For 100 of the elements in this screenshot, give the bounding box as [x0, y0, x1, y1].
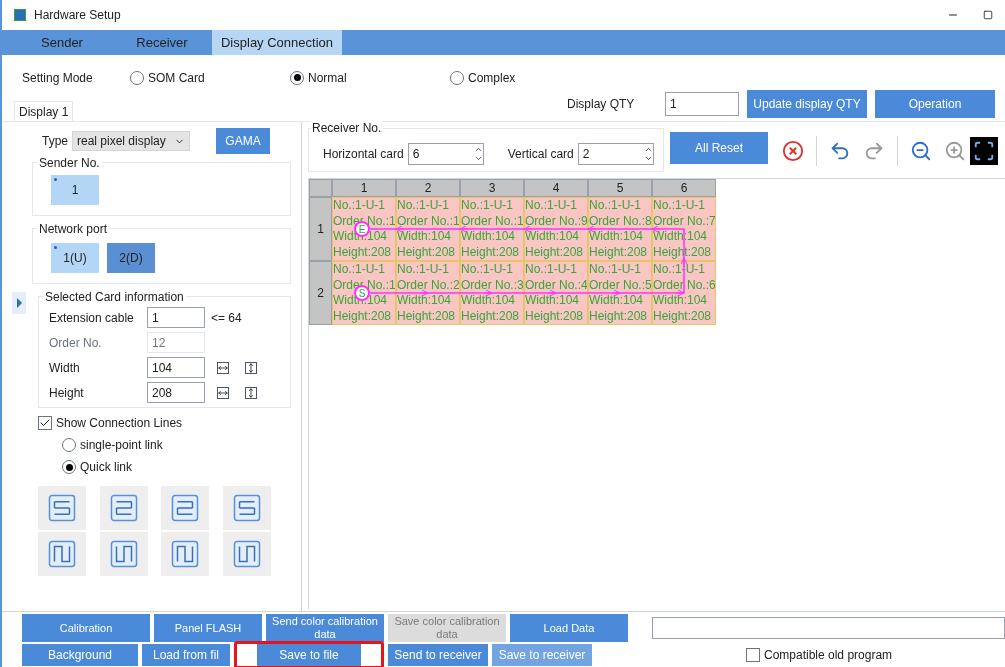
- file-path-field[interactable]: [652, 617, 1005, 639]
- field-label: Width: [49, 359, 81, 377]
- wiring-pattern-icon: [231, 493, 262, 523]
- action-button[interactable]: Save to receiver: [492, 644, 592, 666]
- collapse-toggle[interactable]: [12, 292, 26, 314]
- action-button[interactable]: Background: [22, 644, 138, 666]
- radio-button[interactable]: [130, 70, 144, 85]
- window-title: Hardware Setup: [34, 7, 122, 24]
- radio-label: Quick link: [80, 459, 132, 476]
- action-button[interactable]: Save to file: [257, 644, 361, 666]
- checkbox-label: Show Connection Lines: [56, 415, 183, 432]
- radio-button[interactable]: [450, 70, 464, 85]
- action-button[interactable]: Load from fil: [142, 644, 230, 666]
- radio-label: single-point link: [80, 437, 163, 454]
- fit-height-icon[interactable]: [245, 386, 257, 399]
- wiring-pattern-icon: [47, 493, 77, 523]
- type-dropdown[interactable]: real pixel display: [72, 131, 190, 151]
- action-button[interactable]: Send color calibration data: [266, 614, 384, 642]
- tab[interactable]: Receiver: [112, 30, 212, 55]
- radio-button[interactable]: [62, 438, 76, 452]
- column-header: 5: [588, 179, 652, 197]
- input-field[interactable]: 208: [147, 382, 205, 403]
- link-pattern-button[interactable]: [38, 486, 86, 530]
- card-cell[interactable]: No.:1-U-1 Order No.:1 Width:104 Height:208: [460, 197, 524, 261]
- radio-label: SOM Card: [148, 69, 205, 87]
- delete-icon[interactable]: [782, 140, 804, 162]
- card-cell[interactable]: No.:1-U-1 Order No.:4 Width:104 Height:208: [524, 261, 588, 325]
- operation-button[interactable]: Operation: [875, 90, 995, 118]
- horizontal-card-spinner[interactable]: 6: [407, 143, 484, 165]
- row-header: 2: [309, 261, 332, 325]
- port-button[interactable]: 2(D): [107, 243, 155, 273]
- vertical-card-spinner[interactable]: 2: [577, 143, 654, 165]
- action-button[interactable]: Panel FLASH: [154, 614, 262, 642]
- action-button[interactable]: Calibration: [22, 614, 150, 642]
- fit-width-icon[interactable]: [217, 386, 229, 399]
- display-tab[interactable]: Display 1: [14, 101, 74, 121]
- column-header: 4: [524, 179, 588, 197]
- action-button[interactable]: Send to receiver: [388, 644, 488, 666]
- column-header: 2: [396, 179, 460, 197]
- link-pattern-button[interactable]: [38, 532, 86, 576]
- link-pattern-button[interactable]: [99, 486, 148, 530]
- radio-label: Complex: [468, 69, 516, 87]
- link-pattern-button[interactable]: [161, 486, 209, 530]
- tab[interactable]: Sender: [12, 30, 112, 55]
- link-pattern-button[interactable]: [222, 532, 271, 576]
- radio-button[interactable]: [290, 70, 304, 85]
- radio-button[interactable]: [62, 460, 76, 474]
- redo-icon[interactable]: [863, 140, 885, 162]
- fit-screen-button[interactable]: [970, 137, 998, 165]
- zoom-in-icon[interactable]: [944, 140, 966, 162]
- corner-cell: [309, 179, 332, 197]
- action-button[interactable]: Load Data: [510, 614, 628, 642]
- tab[interactable]: Display Connection: [212, 30, 342, 55]
- checkbox[interactable]: [746, 648, 760, 662]
- update-qty-button[interactable]: Update display QTY: [747, 90, 867, 118]
- field-label: Order No.: [49, 334, 103, 352]
- limit-hint: <= 64: [211, 309, 242, 327]
- link-pattern-button[interactable]: [161, 532, 209, 576]
- fit-height-icon[interactable]: [245, 361, 257, 374]
- wiring-pattern-icon: [47, 539, 77, 569]
- setting-mode-label: Setting Mode: [22, 69, 94, 87]
- column-header: 1: [332, 179, 396, 197]
- fit-width-icon[interactable]: [217, 361, 229, 374]
- display-qty-field[interactable]: 1: [665, 92, 739, 116]
- card-cell[interactable]: No.:1-U-1 Order No.:2 Width:104 Height:208: [396, 261, 460, 325]
- row-header: 1: [309, 197, 332, 261]
- card-cell[interactable]: No.:1-U-1 Order No.:1 Width:104 Height:208: [396, 197, 460, 261]
- card-cell[interactable]: No.:1-U-1 Order No.:9 Width:104 Height:208: [524, 197, 588, 261]
- checkbox-label: Compatible old program: [764, 647, 893, 664]
- input-field[interactable]: 104: [147, 357, 205, 378]
- maximize-icon[interactable]: [983, 10, 993, 20]
- app-icon: [14, 9, 26, 21]
- type-label: Type: [42, 133, 68, 150]
- link-pattern-button[interactable]: [99, 532, 148, 576]
- all-reset-button[interactable]: All Reset: [670, 132, 768, 164]
- wiring-pattern-icon: [108, 493, 139, 523]
- checkbox[interactable]: [38, 416, 52, 430]
- column-header: 3: [460, 179, 524, 197]
- link-pattern-button[interactable]: [222, 486, 271, 530]
- group-title: Receiver No.: [311, 121, 383, 135]
- card-cell[interactable]: No.:1-U-1 Order No.:5 Width:104 Height:208: [588, 261, 652, 325]
- field-label: Height: [49, 384, 85, 402]
- card-cell[interactable]: No.:1-U-1 Order No.:8 Width:104 Height:208: [588, 197, 652, 261]
- wiring-pattern-icon: [108, 539, 139, 569]
- undo-icon[interactable]: [829, 140, 851, 162]
- display-qty-label: Display QTY: [567, 96, 636, 113]
- port-button[interactable]: 1: [51, 175, 99, 205]
- gama-button[interactable]: GAMA: [216, 128, 270, 154]
- field-label: Extension cable: [49, 309, 135, 327]
- zoom-out-icon[interactable]: [910, 140, 932, 162]
- vertical-card-label: Vertical card: [507, 146, 574, 163]
- card-cell[interactable]: No.:1-U-1 Order No.:3 Width:104 Height:208: [460, 261, 524, 325]
- input-field[interactable]: 1: [147, 307, 205, 328]
- wiring-pattern-icon: [170, 493, 200, 523]
- radio-label: Normal: [308, 69, 347, 87]
- wiring-pattern-icon: [170, 539, 200, 569]
- column-header: 6: [652, 179, 716, 197]
- port-button[interactable]: 1(U): [51, 243, 99, 273]
- wiring-pattern-icon: [231, 539, 262, 569]
- horizontal-card-label: Horizontal card: [323, 146, 404, 163]
